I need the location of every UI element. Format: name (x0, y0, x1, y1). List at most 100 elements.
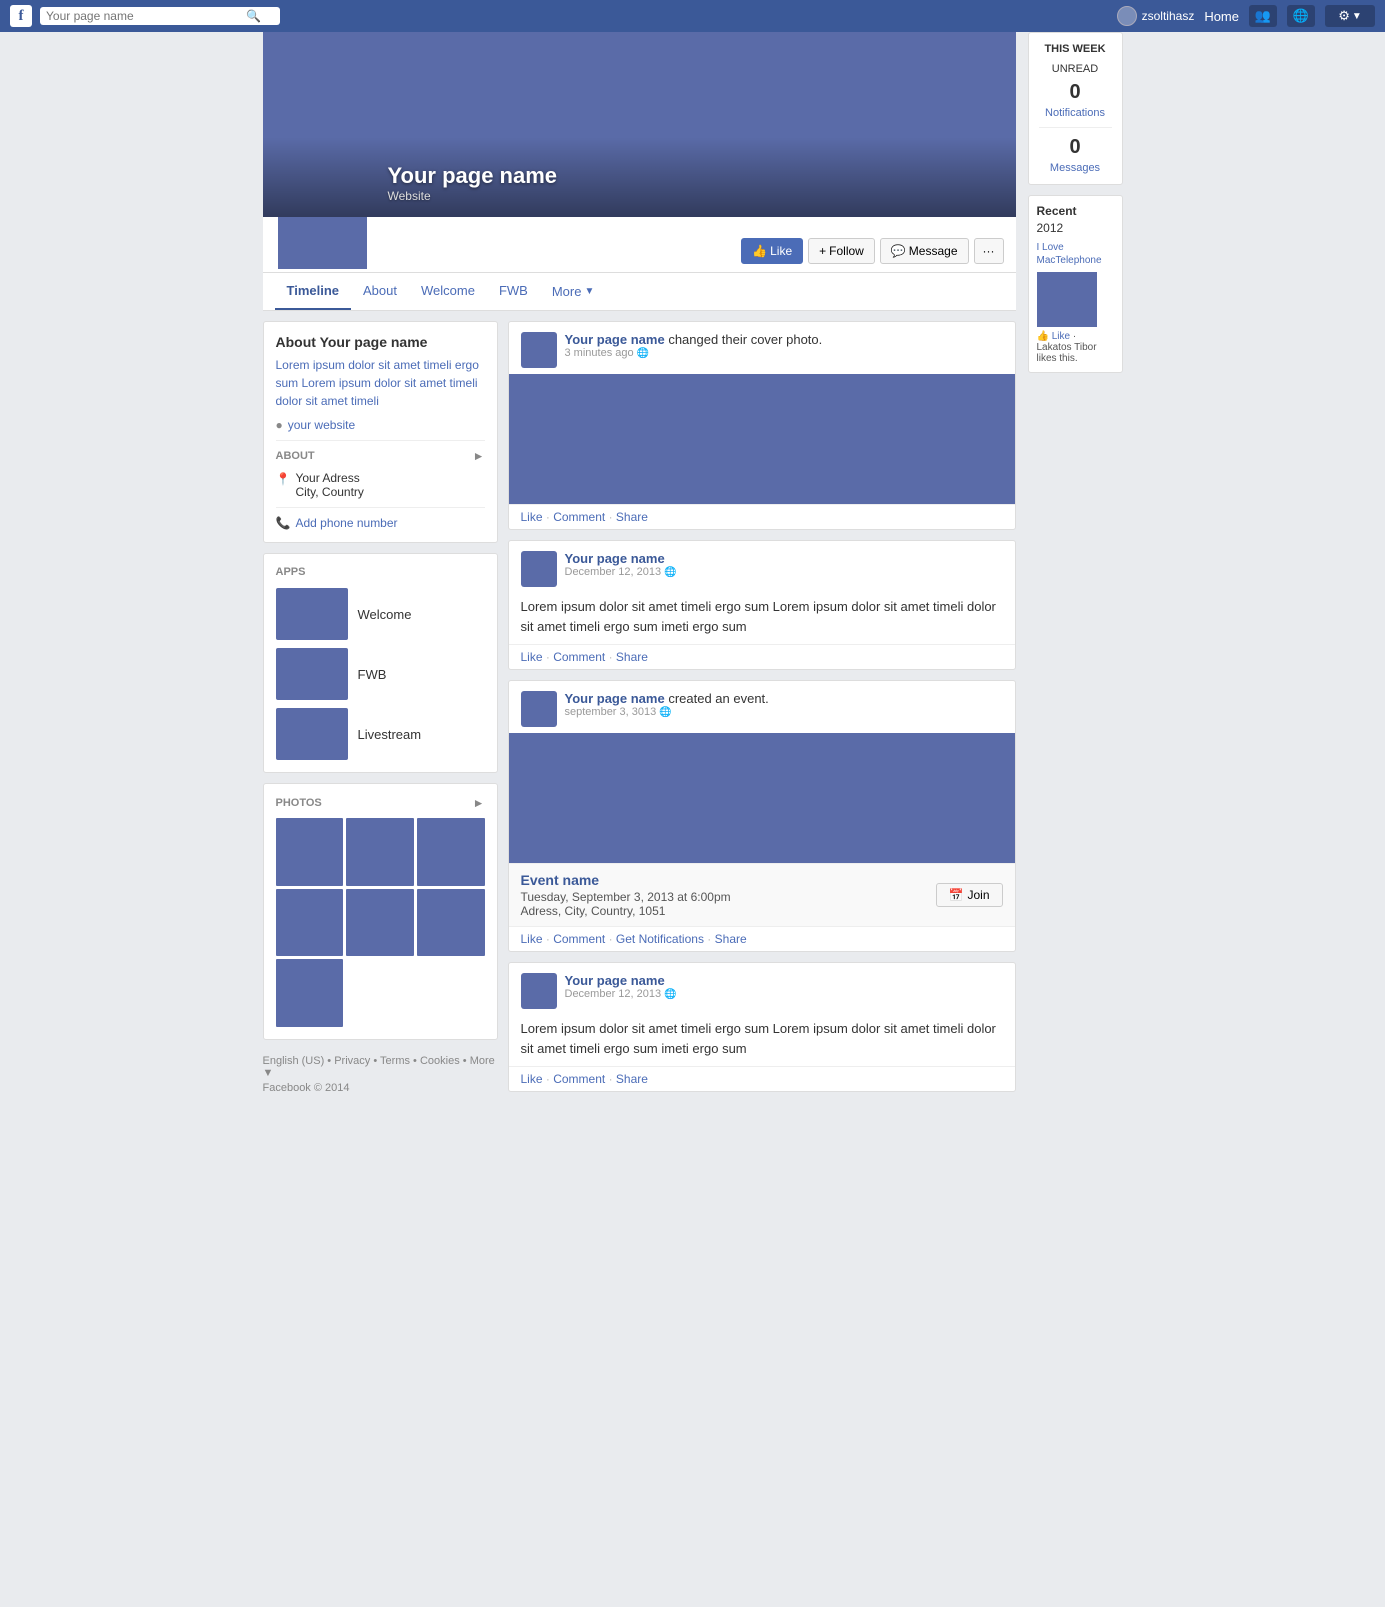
fb-logo[interactable]: f (10, 5, 32, 27)
photos-grid (276, 818, 485, 1027)
post-comment-1[interactable]: Comment (553, 510, 605, 524)
post-avatar-3 (521, 691, 557, 727)
event-name[interactable]: Event name (521, 872, 731, 888)
message-button[interactable]: 💬 Message (880, 238, 969, 264)
about-card: About Your page name Lorem ipsum dolor s… (263, 321, 498, 543)
photo-1[interactable] (276, 818, 344, 886)
footer-english[interactable]: English (US) (263, 1055, 325, 1067)
more-button[interactable]: ··· (974, 238, 1004, 264)
post-author-2[interactable]: Your page name (565, 551, 665, 566)
search-input[interactable] (46, 9, 246, 23)
post-actions-4: Like · Comment · Share (509, 1066, 1015, 1091)
globe-small-icon: ● (276, 418, 283, 432)
post-text-4: Lorem ipsum dolor sit amet timeli ergo s… (509, 1015, 1015, 1066)
notifications-link[interactable]: Notifications (1045, 107, 1105, 119)
app-livestream-thumb (276, 708, 348, 760)
footer-terms[interactable]: Terms (380, 1055, 410, 1067)
post-time-1: 3 minutes ago 🌐 (565, 347, 1003, 359)
photo-6[interactable] (417, 889, 485, 957)
post-get-notifications-3[interactable]: Get Notifications (616, 932, 704, 946)
photo-7[interactable] (276, 959, 344, 1027)
post-author-1[interactable]: Your page name (565, 332, 665, 347)
post-like-3[interactable]: Like (521, 932, 543, 946)
about-title: About Your page name (276, 334, 485, 350)
like-text[interactable]: Like (1052, 331, 1070, 342)
app-welcome[interactable]: Welcome (276, 588, 485, 640)
year-label: 2012 (1037, 221, 1114, 235)
copyright: Facebook © 2014 (263, 1082, 498, 1094)
photos-expand-icon[interactable]: ► (473, 796, 485, 810)
post-card-1: Your page name changed their cover photo… (508, 321, 1016, 530)
phone-icon: 📞 (276, 516, 291, 530)
right-page-name[interactable]: I Love MacTelephone (1037, 241, 1114, 267)
right-page-thumb[interactable] (1037, 272, 1097, 327)
post-author-3[interactable]: Your page name (565, 691, 665, 706)
post-image-1 (509, 374, 1015, 504)
photo-2[interactable] (346, 818, 414, 886)
post-comment-3[interactable]: Comment (553, 932, 605, 946)
address-row: 📍 Your Adress City, Country (276, 471, 485, 499)
app-fwb[interactable]: FWB (276, 648, 485, 700)
footer-privacy[interactable]: Privacy (334, 1055, 370, 1067)
post-actions-3: Like · Comment · Get Notifications · Sha… (509, 926, 1015, 951)
footer-cookies[interactable]: Cookies (420, 1055, 460, 1067)
add-phone-row[interactable]: 📞 Add phone number (276, 516, 485, 530)
post-like-1[interactable]: Like (521, 510, 543, 524)
post-avatar-1 (521, 332, 557, 368)
tab-about[interactable]: About (351, 273, 409, 310)
home-link[interactable]: Home (1204, 9, 1239, 24)
message-icon: 💬 (891, 244, 906, 258)
tab-fwb[interactable]: FWB (487, 273, 540, 310)
tab-timeline[interactable]: Timeline (275, 273, 352, 310)
right-recent-card: Recent 2012 I Love MacTelephone 👍 Like ·… (1028, 195, 1123, 373)
globe-icon-btn[interactable]: 🌐 (1287, 5, 1315, 27)
user-info: zsoltihasz (1117, 6, 1195, 26)
footer-more[interactable]: More (470, 1055, 495, 1067)
globe-time-icon: 🌐 (637, 348, 649, 359)
gear-icon-btn[interactable]: ⚙ ▼ (1325, 5, 1375, 27)
post-comment-2[interactable]: Comment (553, 650, 605, 664)
about-website-row: ● your website (276, 418, 485, 432)
tab-more[interactable]: More ▼ (540, 273, 607, 310)
follow-button[interactable]: + Follow (808, 238, 875, 264)
post-share-2[interactable]: Share (616, 650, 648, 664)
cover-photo: Your page name Website (263, 32, 1016, 217)
messages-link[interactable]: Messages (1050, 162, 1100, 174)
page-website-overlay: Website (388, 189, 558, 203)
photo-4[interactable] (276, 889, 344, 957)
app-livestream[interactable]: Livestream (276, 708, 485, 760)
notifications-count-row: 0 Notifications (1039, 81, 1112, 119)
post-avatar-4 (521, 973, 557, 1009)
app-livestream-name: Livestream (358, 727, 422, 742)
post-like-2[interactable]: Like (521, 650, 543, 664)
photo-3[interactable] (417, 818, 485, 886)
event-details: Event name Tuesday, September 3, 2013 at… (509, 863, 1015, 926)
website-link[interactable]: your website (288, 418, 355, 432)
post-time-2: December 12, 2013 🌐 (565, 566, 1003, 578)
post-time-3: september 3, 3013 🌐 (565, 706, 1003, 718)
tab-welcome[interactable]: Welcome (409, 273, 487, 310)
event-image (509, 733, 1015, 863)
post-share-1[interactable]: Share (616, 510, 648, 524)
photo-5[interactable] (346, 889, 414, 957)
post-share-3[interactable]: Share (715, 932, 747, 946)
search-icon: 🔍 (246, 9, 261, 23)
friends-icon-btn[interactable]: 👥 (1249, 5, 1277, 27)
avatar (1117, 6, 1137, 26)
post-actions-1: Like · Comment · Share (509, 504, 1015, 529)
apps-title: APPS (276, 566, 485, 578)
post-card-3: Your page name created an event. septemb… (508, 680, 1016, 952)
post-share-4[interactable]: Share (616, 1072, 648, 1086)
location-icon: 📍 (276, 472, 291, 486)
right-panel-card: THIS WEEK UNREAD 0 Notifications 0 Messa… (1028, 32, 1123, 185)
post-author-4[interactable]: Your page name (565, 973, 665, 988)
post-like-4[interactable]: Like (521, 1072, 543, 1086)
right-like-row: 👍 Like · Lakatos Tibor likes this. (1037, 331, 1114, 364)
join-button[interactable]: 📅 Join (936, 883, 1003, 907)
post-action-3: created an event. (668, 691, 768, 706)
username: zsoltihasz (1142, 9, 1195, 23)
post-comment-4[interactable]: Comment (553, 1072, 605, 1086)
about-expand-icon[interactable]: ► (473, 449, 485, 463)
photos-title: PHOTOS (276, 797, 322, 809)
like-button[interactable]: 👍 Like (741, 238, 803, 264)
